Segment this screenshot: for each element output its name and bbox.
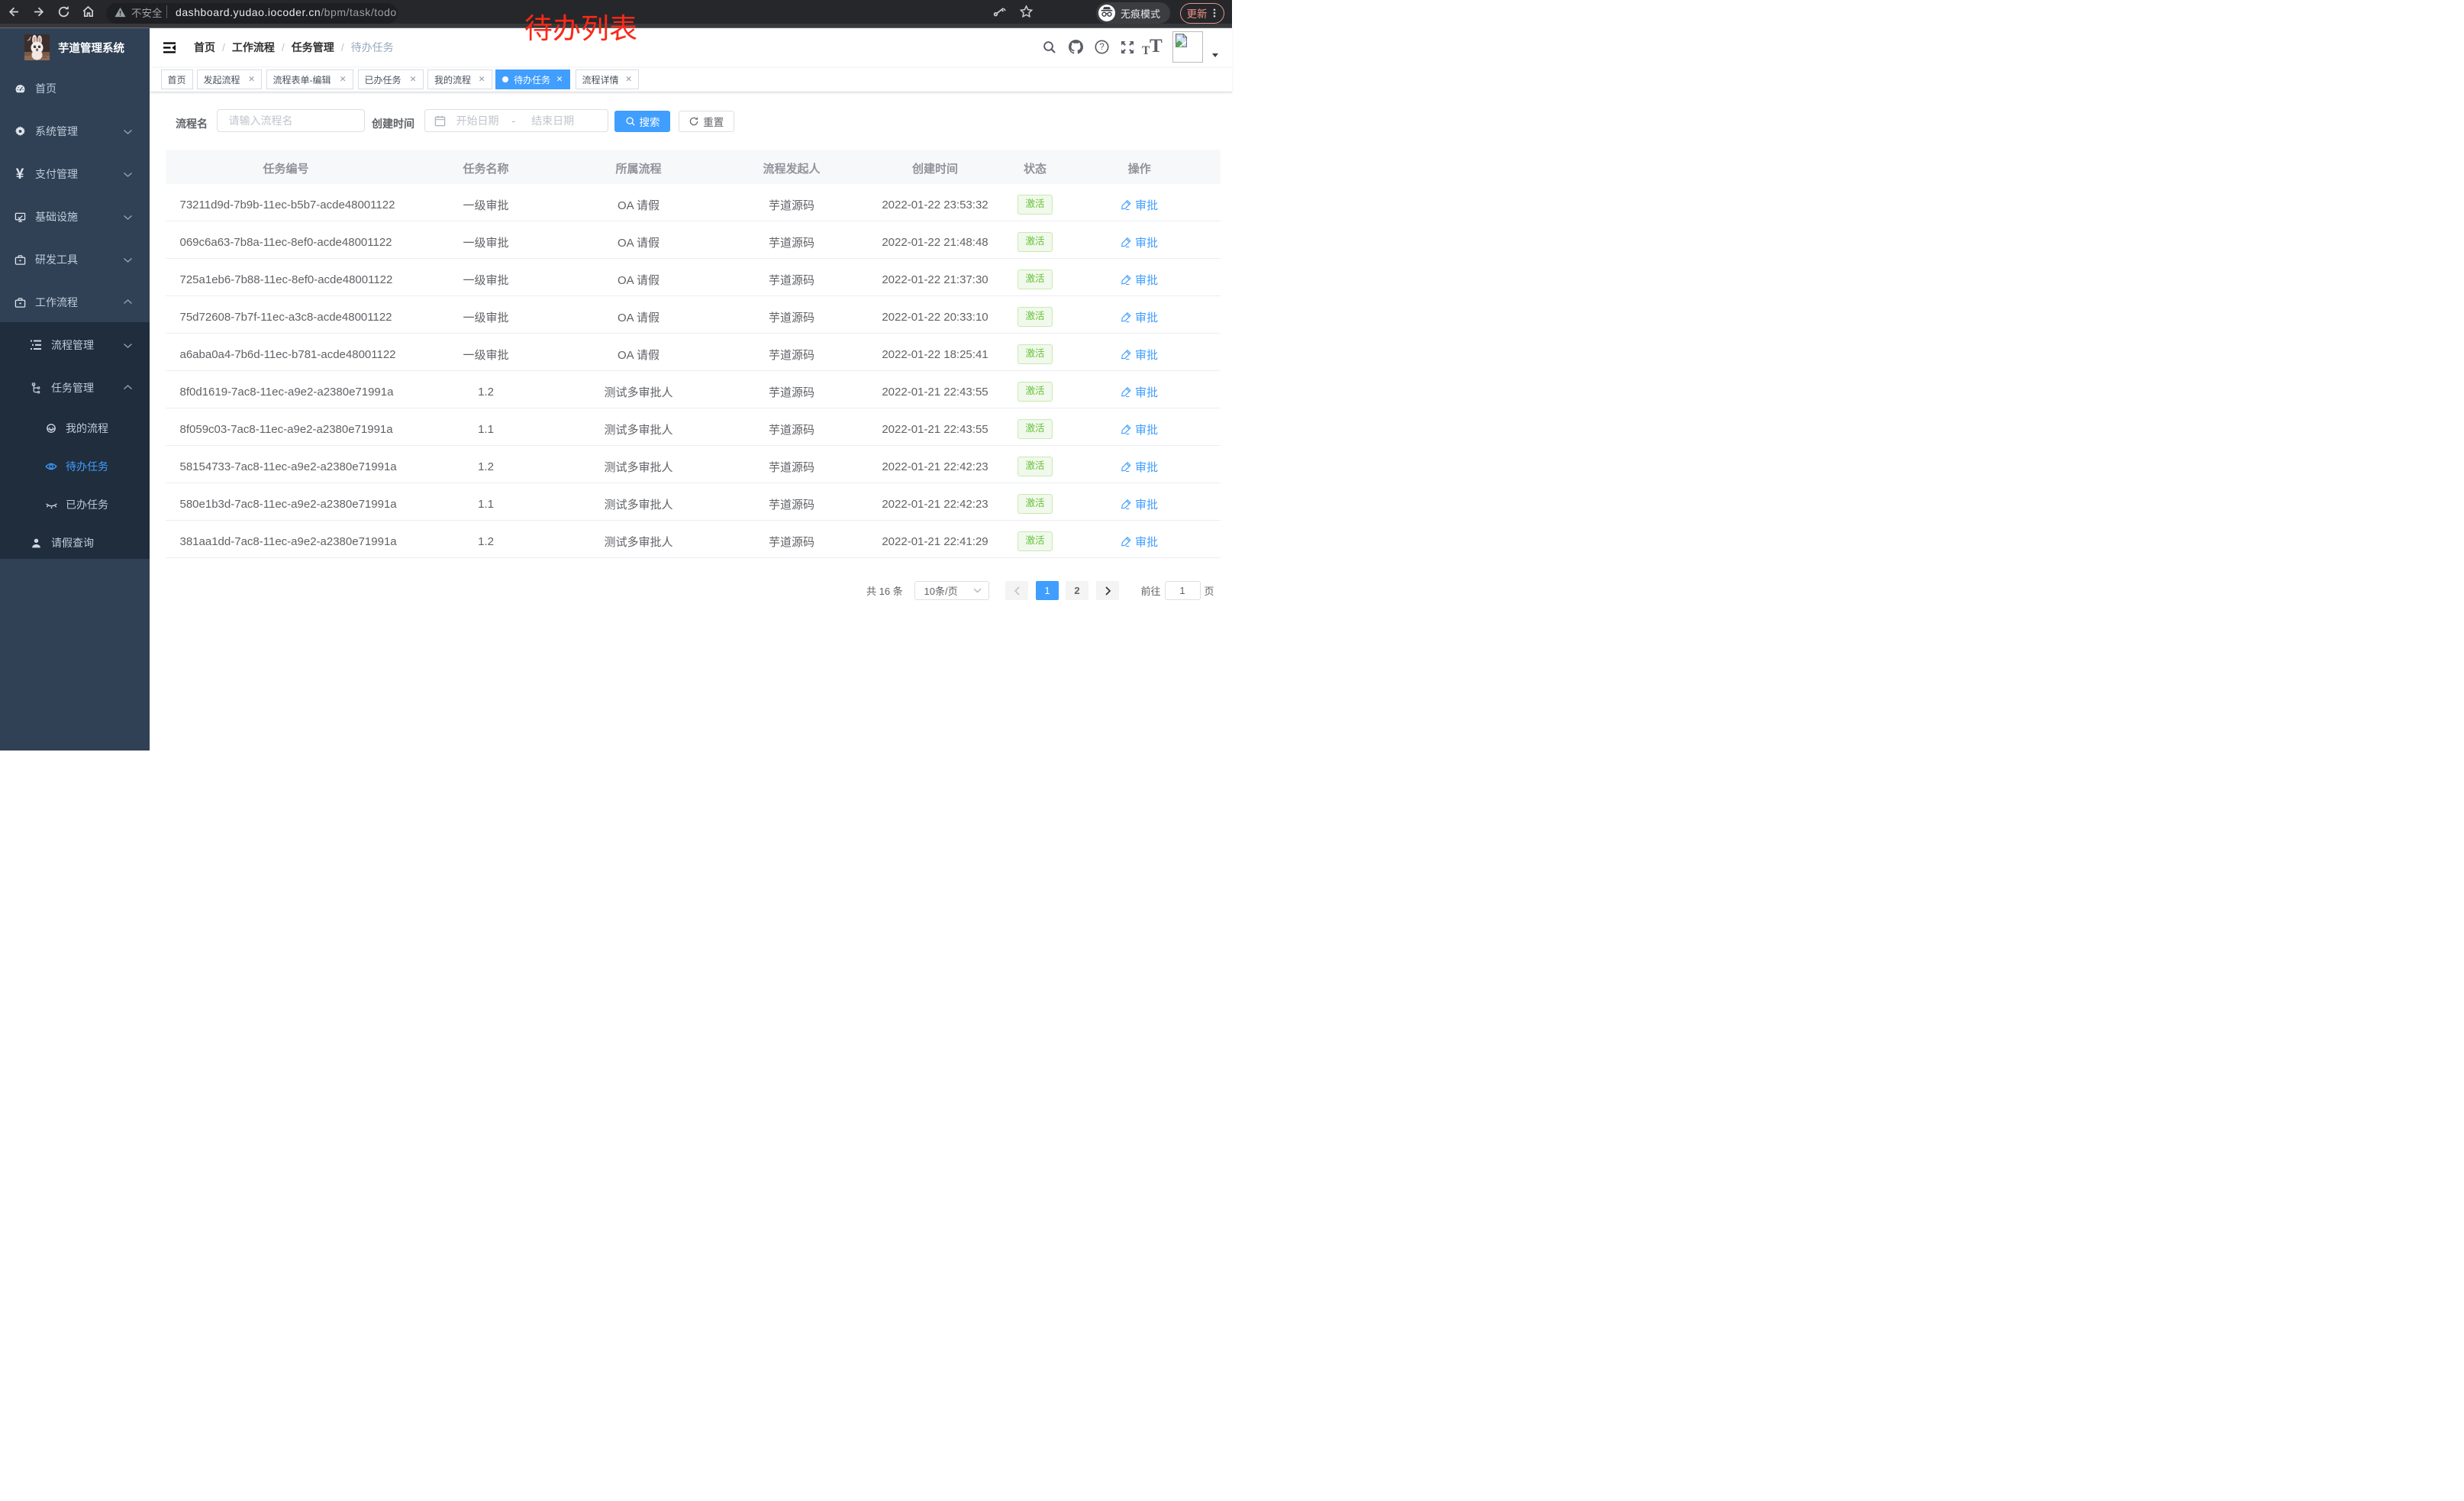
svg-text:?: ? — [1099, 43, 1104, 52]
